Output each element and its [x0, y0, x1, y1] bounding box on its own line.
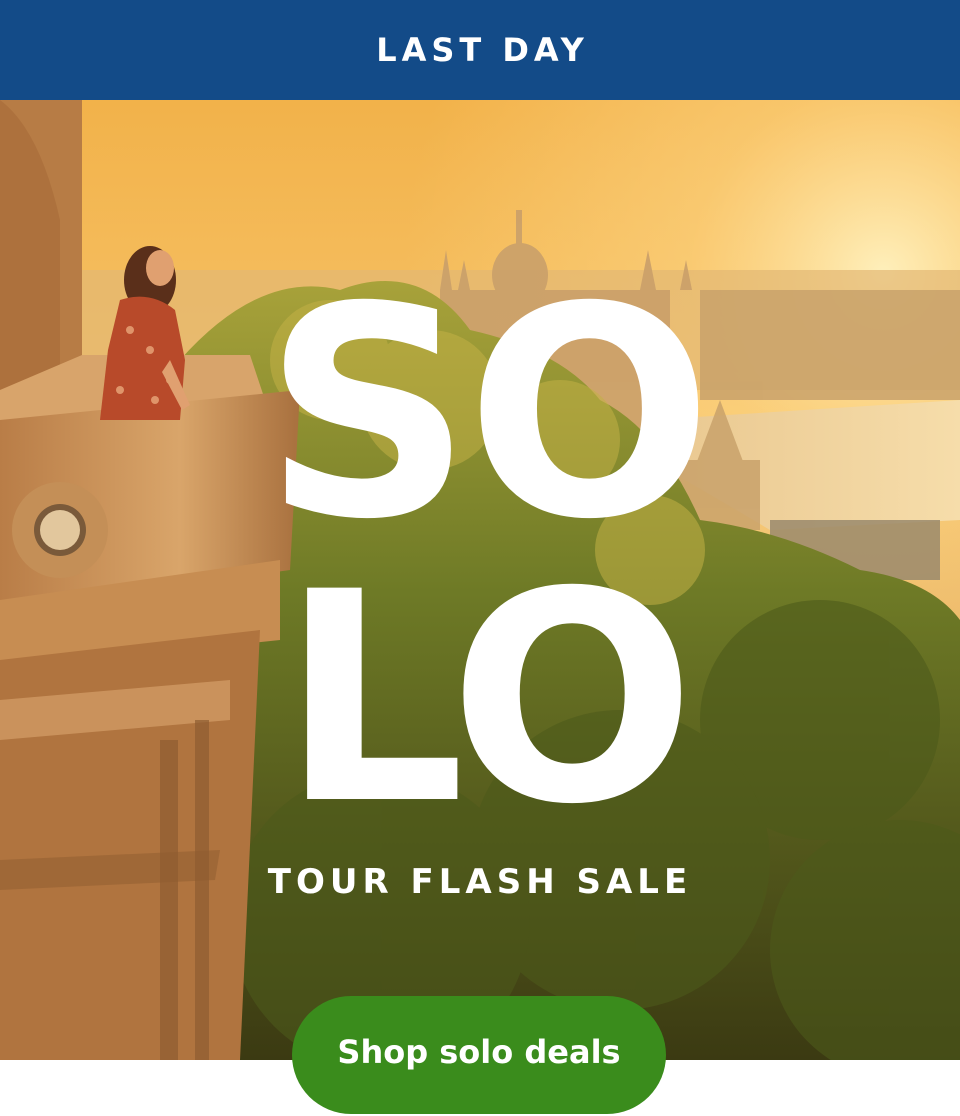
shop-solo-deals-button[interactable]: Shop solo deals — [292, 996, 666, 1114]
top-banner: LAST DAY — [0, 0, 960, 100]
headline-line2: LO — [280, 531, 696, 868]
hero-subtitle: TOUR FLASH SALE — [267, 862, 693, 902]
headline-line1: SO — [263, 246, 712, 583]
cta-label: Shop solo deals — [337, 1033, 621, 1071]
banner-text: LAST DAY — [376, 31, 589, 69]
hero-image: SO LO TOUR FLASH SALE — [0, 100, 960, 1060]
